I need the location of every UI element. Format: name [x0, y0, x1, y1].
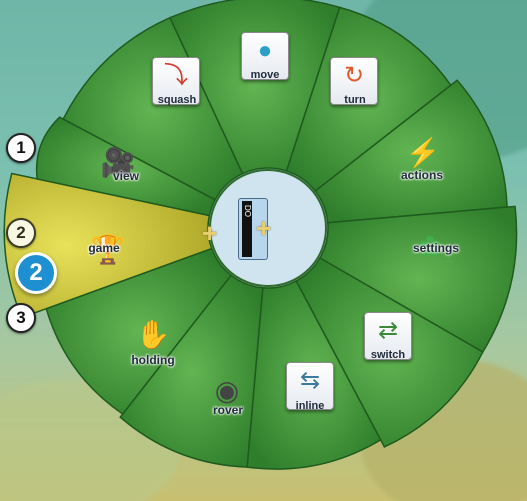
- game-editor-canvas: DO + + ⤵ squash ● move ↻ turn ⚡ actions ✿ setting…: [0, 0, 527, 501]
- holding-label: holding: [131, 353, 175, 367]
- squash-label: squash: [157, 94, 197, 106]
- switch-icon: ⇄: [377, 317, 399, 344]
- rover-label: rover: [212, 403, 244, 417]
- inline-icon: ⇆: [299, 367, 321, 394]
- step-callout-badge: 2: [15, 252, 57, 294]
- turn-label: turn: [344, 94, 366, 106]
- holding-icon: ✋: [135, 319, 171, 350]
- rover-icon: ◉: [214, 375, 240, 406]
- game-label: game: [88, 241, 120, 255]
- holding-tile[interactable]: ✋: [130, 312, 176, 358]
- plus-icon-left: +: [202, 218, 218, 248]
- switch-label: switch: [370, 349, 406, 361]
- move-icon: ●: [257, 37, 273, 64]
- actions-icon: ⚡: [405, 137, 441, 168]
- move-label: move: [250, 69, 280, 81]
- row-number-1[interactable]: 1: [6, 133, 36, 163]
- row-number-3[interactable]: 3: [6, 303, 36, 333]
- do-card-label: DO: [243, 205, 252, 217]
- inline-label: inline: [295, 400, 325, 412]
- plus-icon-right: +: [256, 213, 272, 243]
- actions-label: actions: [400, 168, 444, 182]
- settings-label: settings: [412, 241, 460, 255]
- row-number-2[interactable]: 2: [6, 218, 36, 248]
- view-label: view: [112, 169, 140, 183]
- squash-icon: ⤵: [164, 62, 188, 89]
- turn-icon: ↻: [343, 62, 365, 89]
